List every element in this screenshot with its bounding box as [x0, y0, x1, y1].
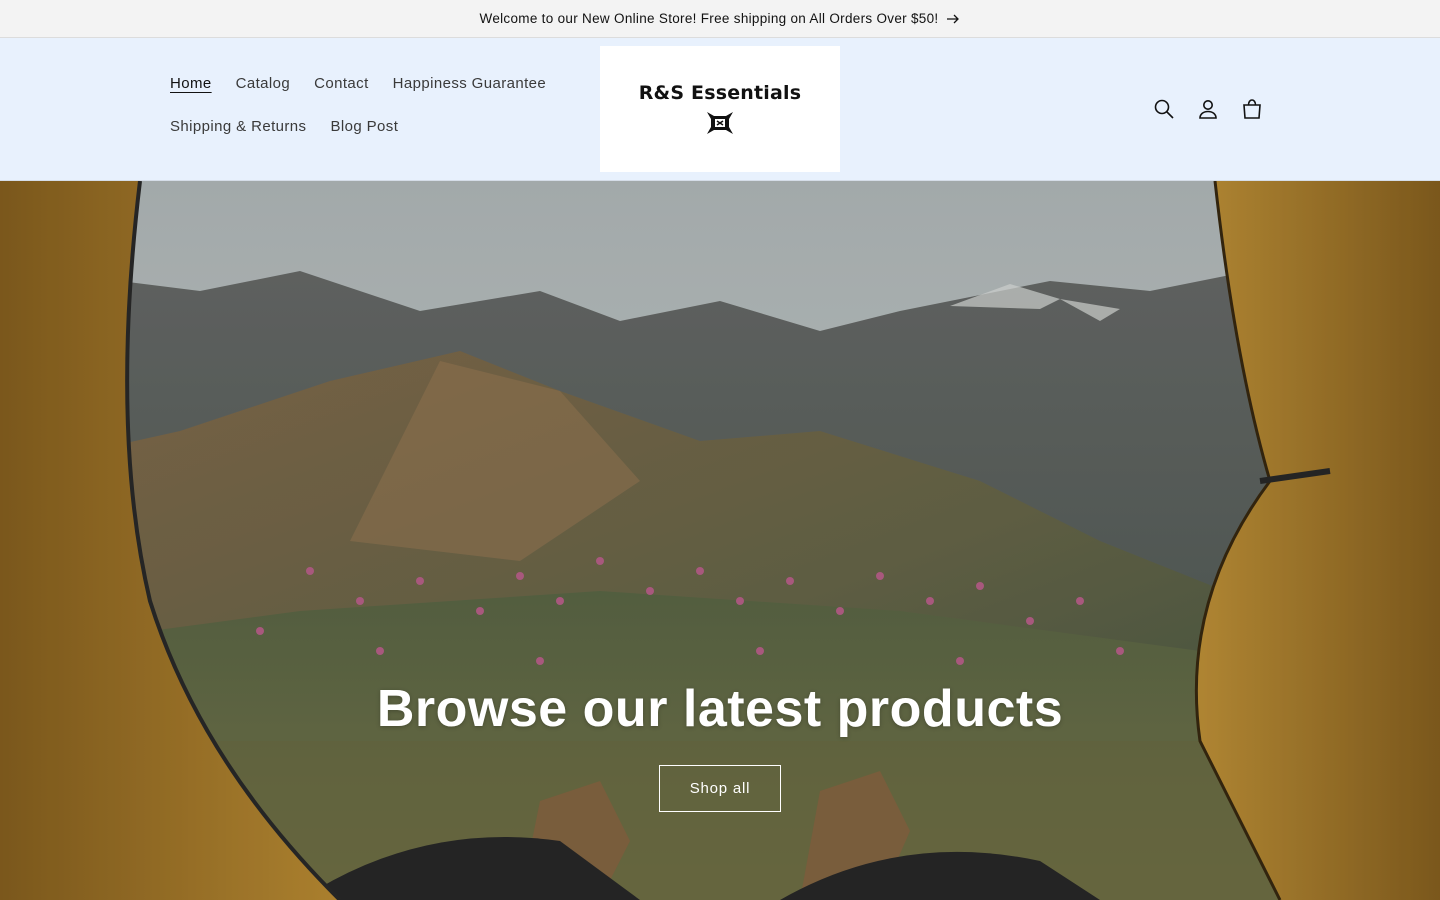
account-button[interactable]	[1186, 87, 1230, 131]
nav-item-happiness-guarantee[interactable]: Happiness Guarantee	[381, 62, 559, 105]
nav-item-shipping-returns[interactable]: Shipping & Returns	[158, 105, 318, 148]
hero-title: Browse our latest products	[376, 680, 1064, 738]
store-logo[interactable]: R&S Essentials	[600, 46, 840, 172]
nav-item-contact[interactable]: Contact	[302, 62, 381, 105]
header-icons	[1142, 87, 1274, 131]
search-button[interactable]	[1142, 87, 1186, 131]
nav-item-blog-post[interactable]: Blog Post	[318, 105, 410, 148]
cart-icon	[1243, 99, 1261, 119]
account-icon	[1199, 100, 1217, 119]
cart-button[interactable]	[1230, 87, 1274, 131]
announcement-text: Welcome to our New Online Store! Free sh…	[479, 11, 939, 26]
announcement-link[interactable]: Welcome to our New Online Store! Free sh…	[480, 11, 961, 26]
search-icon	[1154, 99, 1174, 119]
logo-mark-icon	[707, 112, 733, 134]
shop-all-button[interactable]: Shop all	[659, 765, 781, 812]
hero-banner: Browse our latest products Shop all	[0, 181, 1440, 900]
announcement-bar: Welcome to our New Online Store! Free sh…	[0, 0, 1440, 38]
arrow-right-icon	[947, 14, 960, 23]
site-header: Home Catalog Contact Happiness Guarantee…	[0, 38, 1440, 181]
nav-item-catalog[interactable]: Catalog	[224, 62, 303, 105]
main-nav: Home Catalog Contact Happiness Guarantee…	[158, 62, 578, 148]
nav-item-home[interactable]: Home	[158, 62, 224, 105]
logo-text: R&S Essentials	[638, 82, 802, 104]
hero-content: Browse our latest products Shop all	[0, 679, 1440, 812]
